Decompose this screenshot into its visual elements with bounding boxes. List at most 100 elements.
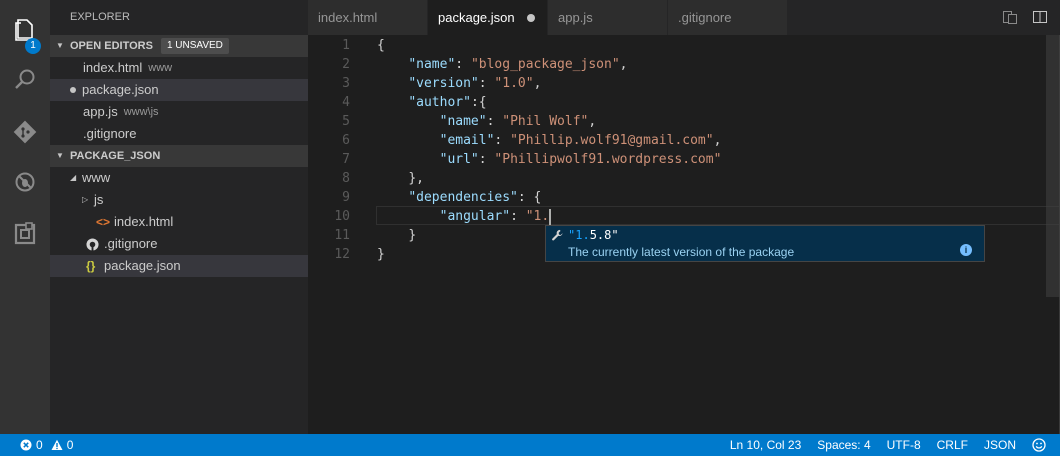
- chevron-down-icon: ▼: [56, 151, 64, 160]
- code-line: 1{: [308, 36, 1048, 55]
- split-editor-icon[interactable]: [1032, 9, 1048, 25]
- chevron-down-icon: ◢: [70, 173, 77, 182]
- status-bar-right: Ln 10, Col 23 Spaces: 4 UTF-8 CRLF JSON: [730, 434, 1046, 456]
- tree-label: index.html: [114, 214, 174, 229]
- chevron-right-icon: ▷: [82, 195, 89, 204]
- vertical-scrollbar[interactable]: [1046, 35, 1060, 297]
- code-line: 5 "name": "Phil Wolf",: [308, 112, 1048, 131]
- suggest-label: "1.5.8": [568, 228, 619, 242]
- code-line: 10 "angular": "1.: [308, 207, 1048, 226]
- code-line: 7 "url": "Phillipwolf91.wordpress.com": [308, 150, 1048, 169]
- feedback-smiley-icon[interactable]: [1032, 438, 1046, 453]
- language-mode[interactable]: JSON: [984, 438, 1016, 452]
- explorer-badge: 1: [25, 38, 41, 54]
- json-value: "Phillip.wolf91@gmail.com": [510, 133, 714, 148]
- cursor-position[interactable]: Ln 10, Col 23: [730, 438, 801, 452]
- open-editor-desc: www\js: [123, 106, 159, 118]
- warning-icon: [51, 439, 63, 450]
- json-key: "dependencies": [408, 190, 518, 205]
- line-number: 1: [342, 38, 350, 53]
- tree-label: .gitignore: [104, 236, 158, 251]
- open-editors-header[interactable]: ▼ OPEN EDITORS 1 UNSAVED: [50, 35, 308, 57]
- tree-folder-js[interactable]: ▷ js: [50, 189, 308, 211]
- line-number: 12: [334, 247, 350, 262]
- explorer-sidebar: EXPLORER ▼ OPEN EDITORS 1 UNSAVED index.…: [50, 0, 308, 434]
- json-value: "1.0": [494, 76, 534, 91]
- suggest-widget[interactable]: "1.5.8" The currently latest version of …: [545, 225, 985, 262]
- code-line: 8 },: [308, 169, 1048, 188]
- status-bar: 0 0 Ln 10, Col 23 Spaces: 4 UTF-8 CRLF J…: [0, 434, 1060, 456]
- dirty-dot-icon[interactable]: [527, 14, 535, 22]
- line-number: 7: [342, 152, 350, 167]
- code-line: 4 "author":{: [308, 93, 1048, 112]
- tree-file-index-html[interactable]: <> index.html: [50, 211, 308, 233]
- html-file-icon: <>: [96, 215, 111, 229]
- tab-index-html[interactable]: index.html: [308, 0, 428, 35]
- tree-label: www: [82, 170, 111, 185]
- code-line: 6 "email": "Phillip.wolf91@gmail.com",: [308, 131, 1048, 150]
- line-number: 11: [334, 228, 350, 243]
- json-value: "Phillipwolf91.wordpress.com": [494, 152, 722, 167]
- open-editor-item[interactable]: app.js www\js: [50, 101, 308, 123]
- tab-gitignore[interactable]: .gitignore: [668, 0, 788, 35]
- json-value: "Phil Wolf": [502, 114, 589, 129]
- explorer-title: EXPLORER: [70, 11, 130, 23]
- line-number: 9: [342, 190, 350, 205]
- json-key: "email": [439, 133, 495, 148]
- json-value: "blog_package_json": [470, 57, 620, 72]
- explorer-icon[interactable]: 1: [0, 8, 50, 54]
- json-value: "1.: [525, 209, 550, 224]
- open-editor-item[interactable]: package.json: [50, 79, 308, 101]
- chevron-down-icon: ▼: [56, 41, 64, 50]
- unsaved-badge: 1 UNSAVED: [160, 38, 229, 54]
- end-of-line[interactable]: CRLF: [937, 438, 968, 452]
- warning-count: 0: [66, 438, 74, 452]
- code-token: {: [377, 38, 385, 53]
- line-number: 5: [342, 114, 350, 129]
- project-title: PACKAGE_JSON: [70, 150, 161, 162]
- problems-indicator[interactable]: 0 0: [20, 434, 73, 456]
- wrench-icon: [551, 229, 564, 245]
- line-number: 10: [334, 209, 350, 224]
- project-header[interactable]: ▼ PACKAGE_JSON: [50, 145, 308, 167]
- json-key: "name": [408, 57, 456, 72]
- debug-icon[interactable]: [0, 160, 50, 204]
- tab-app-js[interactable]: app.js: [548, 0, 668, 35]
- code-token: },: [408, 171, 424, 186]
- tab-label: package.json: [438, 10, 515, 25]
- tab-package-json[interactable]: package.json: [428, 0, 548, 35]
- code-line: 3 "version": "1.0",: [308, 74, 1048, 93]
- open-editors-title: OPEN EDITORS: [70, 40, 153, 52]
- indentation[interactable]: Spaces: 4: [817, 438, 870, 452]
- tree-label: js: [94, 192, 104, 207]
- open-editor-item[interactable]: .gitignore: [50, 123, 308, 145]
- extensions-icon[interactable]: [0, 212, 50, 256]
- json-key: "angular": [439, 209, 511, 224]
- github-icon: [86, 233, 104, 255]
- open-editor-item[interactable]: index.html www: [50, 57, 308, 79]
- tab-actions: [1002, 9, 1048, 25]
- search-icon[interactable]: [0, 58, 50, 102]
- tree-file-package-json[interactable]: {} package.json: [50, 255, 308, 277]
- suggest-label-rest: 5.8": [589, 228, 619, 242]
- encoding[interactable]: UTF-8: [887, 438, 921, 452]
- source-control-icon[interactable]: [0, 110, 50, 154]
- error-icon: [20, 439, 32, 451]
- line-number: 4: [342, 95, 350, 110]
- info-icon[interactable]: i: [960, 244, 972, 256]
- tree-file-gitignore[interactable]: .gitignore: [50, 233, 308, 255]
- tab-label: index.html: [318, 10, 378, 25]
- open-changes-icon[interactable]: [1002, 9, 1018, 25]
- activity-bar: 1: [0, 0, 50, 434]
- open-editor-label: index.html: [83, 60, 143, 75]
- code-line: 2 "name": "blog_package_json",: [308, 55, 1048, 74]
- tree-folder-www[interactable]: ◢ www: [50, 167, 308, 189]
- suggest-detail: The currently latest version of the pack…: [568, 245, 795, 259]
- json-key: "name": [439, 114, 487, 129]
- line-number: 2: [342, 57, 350, 72]
- line-number: 8: [342, 171, 350, 186]
- tab-label: .gitignore: [678, 10, 732, 25]
- code-line: 9 "dependencies": {: [308, 188, 1048, 207]
- open-editor-desc: www: [148, 62, 173, 74]
- tree-label: package.json: [104, 258, 181, 273]
